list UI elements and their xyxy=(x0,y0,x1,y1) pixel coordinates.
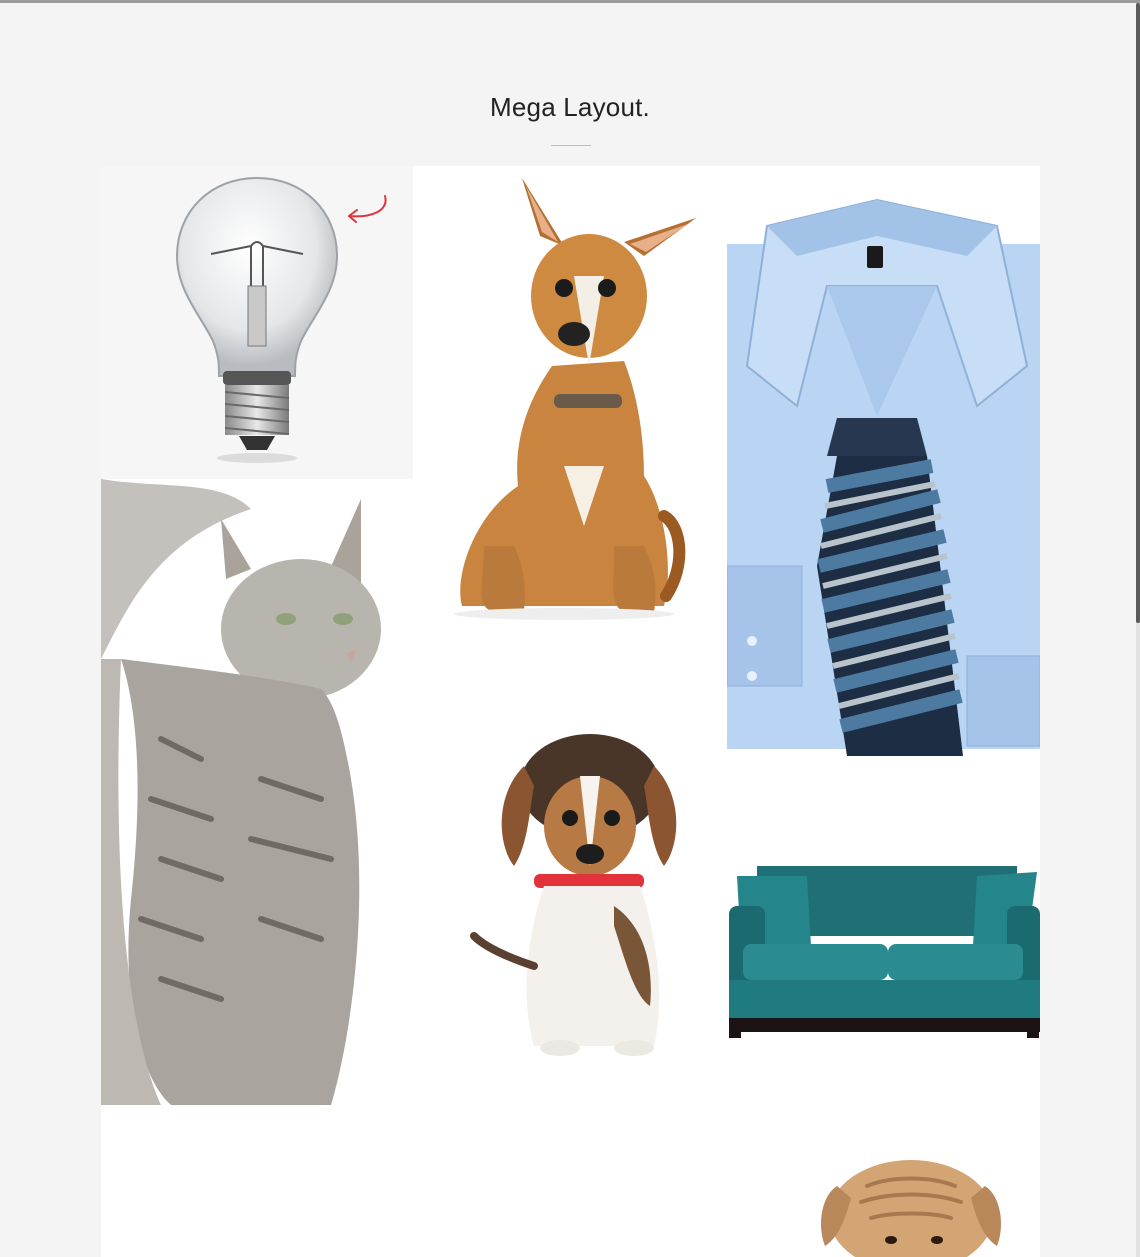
top-border xyxy=(0,0,1140,3)
dog-image xyxy=(454,178,696,620)
sharpei-image xyxy=(821,1160,1001,1257)
gallery-item-sharpei[interactable] xyxy=(791,1156,1040,1257)
shirt-image xyxy=(727,198,1040,756)
gallery-item-shirt[interactable] xyxy=(727,166,1040,766)
gallery-item-beagle[interactable] xyxy=(414,726,727,1066)
puppy-image xyxy=(470,734,677,1056)
gallery-item-lightbulb[interactable] xyxy=(101,166,413,479)
gallery-item-chihuahua[interactable] xyxy=(414,166,727,631)
title-divider xyxy=(551,145,591,146)
mega-layout-grid xyxy=(101,166,1040,1257)
sofa-image xyxy=(729,866,1040,1038)
gallery-item-cat[interactable] xyxy=(101,479,413,1105)
gallery-item-sofa[interactable] xyxy=(727,846,1040,1046)
lightbulb-image xyxy=(175,176,387,463)
cat-image xyxy=(101,479,381,1105)
page-title: Mega Layout. xyxy=(490,92,650,122)
